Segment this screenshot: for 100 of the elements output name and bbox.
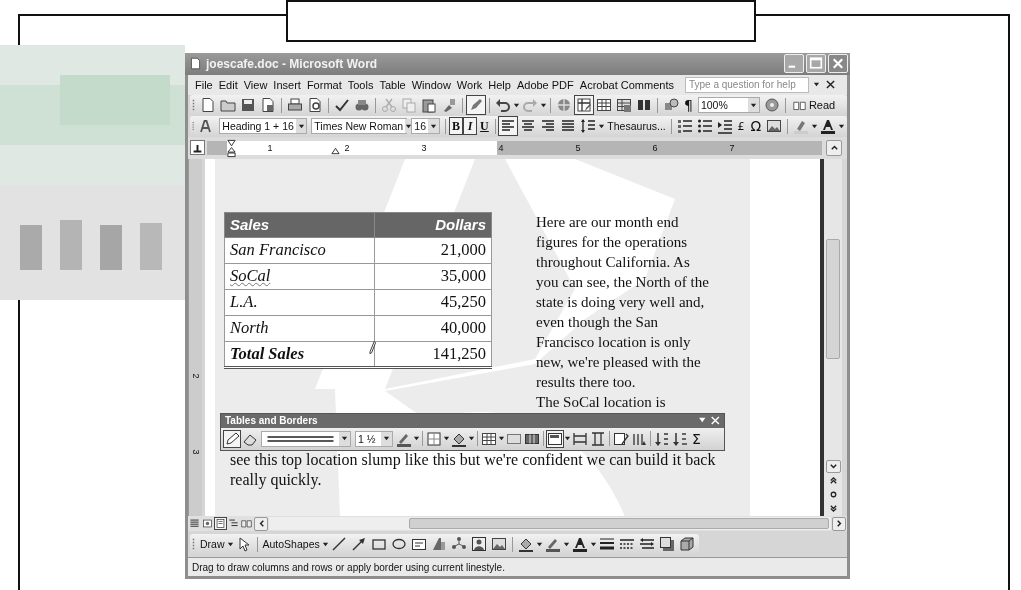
align-left-icon[interactable]	[498, 116, 519, 137]
minimize-button[interactable]	[784, 54, 804, 74]
draw-menu-button[interactable]: Draw	[198, 538, 227, 551]
distribute-columns-icon[interactable]	[589, 429, 607, 448]
close-button[interactable]	[828, 54, 848, 74]
double-up-arrow-icon	[828, 476, 838, 486]
close-icon[interactable]	[825, 80, 835, 90]
ruler-number: 7	[728, 142, 736, 153]
ruler-number: 3	[190, 449, 201, 455]
reading-view-icon[interactable]	[240, 517, 253, 531]
ruler-number: 5	[574, 142, 582, 153]
menu-item[interactable]: File	[192, 78, 216, 91]
tab-selector[interactable]	[190, 140, 205, 156]
cell-alignment-icon[interactable]	[546, 429, 564, 448]
thesaurus-button[interactable]: Thesaurus...	[605, 120, 668, 133]
pencil-icon[interactable]	[223, 429, 241, 448]
help-search-field[interactable]: Type a question for help	[684, 76, 809, 93]
toolbar-title: Tables and Borders	[225, 415, 319, 427]
caret-icon[interactable]	[535, 540, 543, 548]
scrollbar-thumb[interactable]	[826, 238, 840, 359]
ruler-number: 6	[651, 142, 659, 153]
pilcrow-button[interactable]: ¶	[681, 97, 696, 114]
ruler-number: 1	[266, 142, 274, 153]
caret-icon	[430, 122, 437, 130]
table-cell: North	[224, 315, 375, 342]
font-dropdown[interactable]: Times New Roman	[311, 118, 408, 135]
table-cell: L.A.	[224, 289, 375, 316]
autosum-button[interactable]: Σ	[689, 430, 704, 447]
caret-icon[interactable]	[513, 101, 520, 109]
bold-button[interactable]: B	[448, 117, 464, 136]
table-cell: 40,000	[374, 315, 492, 342]
ruler-number: 2	[343, 142, 351, 153]
caret-icon[interactable]	[468, 435, 475, 443]
menu-item[interactable]: Insert	[270, 78, 304, 91]
menu-item[interactable]: Acrobat Comments	[576, 78, 677, 91]
underline-button[interactable]: U	[477, 117, 492, 136]
caret-icon	[297, 122, 305, 130]
menu-item[interactable]: Help	[485, 78, 514, 91]
caret-icon[interactable]	[226, 540, 234, 548]
caret-icon[interactable]	[589, 540, 597, 548]
indent-marker-icon[interactable]	[331, 146, 340, 155]
scrollbar-thumb[interactable]	[409, 518, 829, 530]
caret-icon	[749, 101, 757, 109]
menu-item[interactable]: Table	[376, 78, 409, 91]
symbol-button[interactable]: Ω	[747, 118, 765, 135]
column-header: Dollars	[374, 212, 492, 238]
pen-icon[interactable]	[466, 95, 486, 116]
caret-icon	[405, 122, 413, 130]
table-cell: 35,000	[374, 263, 492, 290]
table-pencil-icon[interactable]	[574, 95, 594, 116]
menu-item[interactable]: Adobe PDF	[513, 78, 577, 91]
menu-item[interactable]: Tools	[344, 78, 377, 91]
indent-marker-icon[interactable]	[227, 138, 236, 158]
caret-icon[interactable]	[413, 435, 420, 443]
autoshapes-menu-button[interactable]: AutoShapes	[260, 538, 322, 551]
currency-button[interactable]: £	[734, 119, 748, 133]
zoom-dropdown[interactable]: 100%	[697, 97, 760, 114]
pencil-cursor-icon	[369, 339, 376, 355]
paragraph: The SoCal location is	[536, 392, 667, 412]
toolbar-options-close-icon[interactable]	[698, 416, 720, 426]
scroll-up-button[interactable]	[826, 139, 842, 156]
scroll-down-button[interactable]	[825, 460, 841, 474]
table-cell: SoCal	[224, 263, 375, 290]
caret-icon[interactable]	[540, 101, 547, 109]
ruler-number: 2	[190, 373, 201, 379]
scroll-left-button[interactable]	[254, 516, 268, 531]
column-header: Sales	[224, 212, 375, 238]
caret-icon[interactable]	[812, 81, 820, 89]
menu-item[interactable]: Window	[408, 78, 454, 91]
table-cell: 21,000	[374, 237, 492, 264]
line-style-dropdown[interactable]	[261, 430, 351, 447]
caret-icon[interactable]	[598, 122, 606, 130]
scroll-right-button[interactable]	[832, 516, 846, 531]
menu-item[interactable]: Work	[453, 78, 486, 91]
read-button[interactable]: Read	[788, 98, 840, 112]
caret-icon	[383, 435, 390, 443]
caret-icon[interactable]	[498, 435, 505, 443]
line-weight-dropdown[interactable]: 1 ½	[355, 430, 393, 447]
borders-icon[interactable]	[425, 429, 443, 448]
caret-icon[interactable]	[321, 540, 329, 548]
caret-icon[interactable]	[562, 540, 570, 548]
status-text: Drag to draw columns and rows or apply border using current linestyle.	[192, 561, 505, 573]
double-down-arrow-icon	[828, 504, 838, 514]
ruler-number: 3	[420, 142, 428, 153]
font-size-dropdown[interactable]: 16	[411, 118, 440, 135]
menu-item[interactable]: View	[240, 78, 271, 91]
style-dropdown[interactable]: Heading 1 + 16	[219, 118, 308, 135]
document-icon[interactable]	[189, 57, 202, 71]
menu-item[interactable]: Edit	[215, 78, 241, 91]
maximize-button[interactable]	[806, 54, 826, 74]
paragraph: see this top location slump like this but we're confident we can build it back really quickly.	[230, 449, 717, 490]
italic-button[interactable]: I	[463, 117, 478, 136]
menu-item[interactable]: Format	[303, 78, 345, 91]
print-layout-view-icon[interactable]	[214, 517, 227, 531]
caret-icon[interactable]	[837, 122, 845, 130]
caret-icon[interactable]	[443, 435, 450, 443]
caret-icon[interactable]	[810, 122, 818, 130]
ruler-number: 4	[497, 142, 505, 153]
table-cell: 45,250	[374, 289, 492, 316]
web-view-icon[interactable]	[201, 517, 214, 531]
